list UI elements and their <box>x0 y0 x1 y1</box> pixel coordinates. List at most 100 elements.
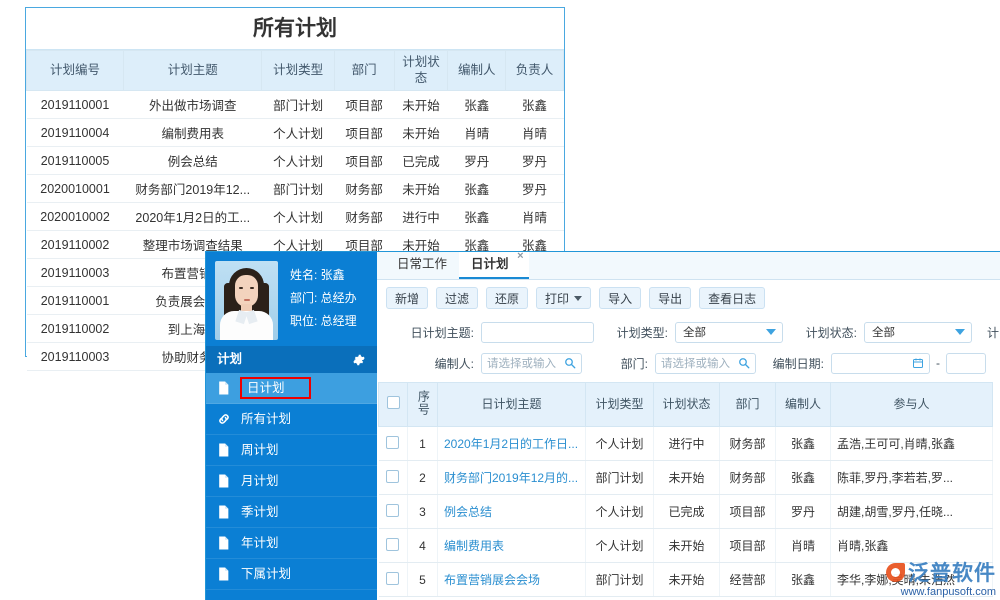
row-subject[interactable]: 2020年1月2日的工作日... <box>438 427 586 461</box>
document-icon <box>217 443 232 457</box>
plan-type-select[interactable]: 全部 <box>675 322 783 343</box>
plan-type-value: 全部 <box>683 324 706 340</box>
search-icon[interactable] <box>564 357 576 369</box>
row-participants: 胡建,胡雪,罗丹,任晓... <box>831 495 993 529</box>
link-icon <box>217 412 232 426</box>
plan-app-panel: 姓名: 张鑫 部门: 总经办 职位: 总经理 计划 日计划所有计划周计划月计划季… <box>205 251 1000 600</box>
table-cell: 张鑫 <box>448 91 506 119</box>
row-subject[interactable]: 财务部门2019年12月的... <box>438 461 586 495</box>
calendar-icon[interactable] <box>912 357 924 369</box>
row-checkbox-cell[interactable] <box>379 427 408 461</box>
table-cell: 罗丹 <box>506 147 564 175</box>
row-type: 部门计划 <box>586 461 654 495</box>
tab-daily-work[interactable]: 日常工作 <box>385 252 459 279</box>
chevron-down-icon <box>574 296 582 301</box>
row-checkbox-cell[interactable] <box>379 529 408 563</box>
sidebar-item-label: 月计划 <box>241 475 279 488</box>
table-row[interactable]: 2019110004编制费用表个人计划项目部未开始肖晴肖晴 <box>27 119 564 147</box>
table-row[interactable]: 2019110001外出做市场调查部门计划项目部未开始张鑫张鑫 <box>27 91 564 119</box>
sidebar-item-6[interactable]: 下属计划 <box>206 559 377 590</box>
dept-label: 部门: <box>582 355 648 372</box>
create-date-from-input[interactable] <box>831 353 930 374</box>
table-cell: 进行中 <box>394 203 448 231</box>
plan-status-label: 计划状态: <box>783 324 857 341</box>
table-cell: 2020010001 <box>27 175 124 203</box>
grid-col-type: 计划类型 <box>586 383 654 427</box>
row-checkbox[interactable] <box>386 538 399 551</box>
sidebar-item-3[interactable]: 月计划 <box>206 466 377 497</box>
table-row[interactable]: 4编制费用表个人计划未开始项目部肖晴肖晴,张鑫 <box>379 529 993 563</box>
table-cell: 项目部 <box>334 147 394 175</box>
table-cell: 个人计划 <box>262 147 334 175</box>
avatar <box>215 261 278 340</box>
filter-button[interactable]: 过滤 <box>436 287 478 309</box>
row-checkbox-cell[interactable] <box>379 495 408 529</box>
row-index: 2 <box>408 461 438 495</box>
table-cell: 2019110001 <box>27 287 124 315</box>
table-row[interactable]: 12020年1月2日的工作日...个人计划进行中财务部张鑫孟浩,王可可,肖晴,张… <box>379 427 993 461</box>
sidebar-item-label: 季计划 <box>241 506 279 519</box>
filter-row-2: 编制人: 请选择或输入 部门: 请选择或输入 <box>377 350 1000 376</box>
col-plan-no: 计划编号 <box>27 51 124 91</box>
sidebar-item-label: 年计划 <box>241 537 279 550</box>
add-button[interactable]: 新增 <box>386 287 428 309</box>
row-checkbox[interactable] <box>386 504 399 517</box>
table-cell: 罗丹 <box>506 175 564 203</box>
author-input[interactable]: 请选择或输入 <box>481 353 582 374</box>
plan-status-select[interactable]: 全部 <box>864 322 972 343</box>
table-cell: 编制费用表 <box>124 119 262 147</box>
table-row[interactable]: 5布置营销展会会场部门计划未开始经营部张鑫李华,李娜,吴晴,朱浩然 <box>379 563 993 597</box>
export-button[interactable]: 导出 <box>649 287 691 309</box>
restore-button[interactable]: 还原 <box>486 287 528 309</box>
table-row[interactable]: 2020010001财务部门2019年12...部门计划财务部未开始张鑫罗丹 <box>27 175 564 203</box>
table-row[interactable]: 20200100022020年1月2日的工...个人计划财务部进行中张鑫肖晴 <box>27 203 564 231</box>
close-icon[interactable]: × <box>517 252 523 262</box>
table-row[interactable]: 3例会总结个人计划已完成项目部罗丹胡建,胡雪,罗丹,任晓... <box>379 495 993 529</box>
col-owner: 负责人 <box>506 51 564 91</box>
row-participants: 李华,李娜,吴晴,朱浩然 <box>831 563 993 597</box>
row-checkbox[interactable] <box>386 572 399 585</box>
select-all-checkbox[interactable] <box>387 396 400 409</box>
row-participants: 陈菲,罗丹,李若若,罗... <box>831 461 993 495</box>
table-cell: 未开始 <box>394 119 448 147</box>
sidebar-item-1[interactable]: 所有计划 <box>206 404 377 435</box>
table-cell: 2020010002 <box>27 203 124 231</box>
select-all-header[interactable] <box>379 383 408 427</box>
table-cell: 肖晴 <box>506 119 564 147</box>
row-subject[interactable]: 布置营销展会会场 <box>438 563 586 597</box>
table-cell: 2019110005 <box>27 147 124 175</box>
view-log-button[interactable]: 查看日志 <box>699 287 765 309</box>
import-button[interactable]: 导入 <box>599 287 641 309</box>
content-area: 日常工作 日计划 × 新增 过滤 还原 打印 导入 导出 查看日志 <box>377 252 1000 600</box>
sidebar-item-5[interactable]: 年计划 <box>206 528 377 559</box>
gear-icon[interactable] <box>353 354 365 366</box>
table-row[interactable]: 2019110005例会总结个人计划项目部已完成罗丹罗丹 <box>27 147 564 175</box>
col-dept: 部门 <box>334 51 394 91</box>
table-row[interactable]: 2财务部门2019年12月的...部门计划未开始财务部张鑫陈菲,罗丹,李若若,罗… <box>379 461 993 495</box>
sidebar-item-0[interactable]: 日计划 <box>206 373 377 404</box>
profile-department: 部门: 总经办 <box>290 287 357 310</box>
row-subject[interactable]: 编制费用表 <box>438 529 586 563</box>
day-plan-grid: 序号 日计划主题 计划类型 计划状态 部门 编制人 参与人 12020年1月2日… <box>378 382 1000 597</box>
row-participants: 肖晴,张鑫 <box>831 529 993 563</box>
row-checkbox-cell[interactable] <box>379 461 408 495</box>
row-checkbox[interactable] <box>386 470 399 483</box>
subject-input[interactable] <box>481 322 594 343</box>
row-checkbox[interactable] <box>386 436 399 449</box>
create-date-to-input[interactable] <box>946 353 986 374</box>
row-type: 个人计划 <box>586 427 654 461</box>
document-icon <box>217 567 232 581</box>
sidebar-item-2[interactable]: 周计划 <box>206 435 377 466</box>
table-cell: 部门计划 <box>262 175 334 203</box>
dept-input[interactable]: 请选择或输入 <box>655 353 756 374</box>
search-icon[interactable] <box>738 357 750 369</box>
row-subject[interactable]: 例会总结 <box>438 495 586 529</box>
tab-day-plan[interactable]: 日计划 × <box>459 252 529 279</box>
row-checkbox-cell[interactable] <box>379 563 408 597</box>
plan-type-label: 计划类型: <box>594 324 668 341</box>
print-button[interactable]: 打印 <box>536 287 591 309</box>
sidebar-item-4[interactable]: 季计划 <box>206 497 377 528</box>
grid-col-dept: 部门 <box>720 383 776 427</box>
row-status: 未开始 <box>654 563 720 597</box>
table-cell: 项目部 <box>334 91 394 119</box>
